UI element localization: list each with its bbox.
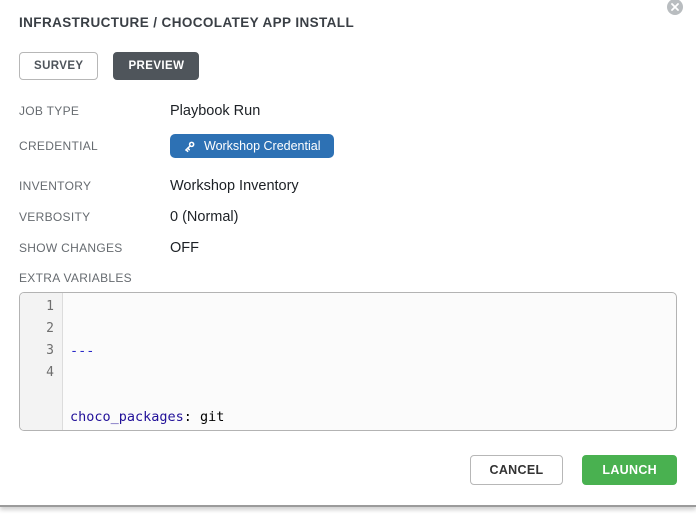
- inventory-value: Workshop Inventory: [170, 178, 299, 194]
- verbosity-value: 0 (Normal): [170, 209, 238, 225]
- close-button[interactable]: [667, 0, 683, 15]
- show-changes-label: SHOW CHANGES: [19, 241, 170, 255]
- detail-row-job-type: JOB TYPE Playbook Run: [19, 103, 677, 119]
- cancel-button[interactable]: CANCEL: [470, 455, 564, 485]
- yaml-doc-start: ---: [70, 343, 94, 359]
- code-line: ---: [70, 340, 676, 362]
- key-icon: [183, 140, 196, 153]
- credential-badge-label: Workshop Credential: [204, 139, 321, 153]
- extra-variables-editor[interactable]: 1 2 3 4 --- choco_packages: git app_stat…: [19, 292, 677, 431]
- job-type-value: Playbook Run: [170, 103, 260, 119]
- modal-footer: CANCEL LAUNCH: [19, 455, 677, 485]
- tab-preview[interactable]: PREVIEW: [113, 52, 199, 80]
- tab-survey[interactable]: SURVEY: [19, 52, 98, 80]
- credential-badge[interactable]: Workshop Credential: [170, 134, 334, 158]
- job-details: JOB TYPE Playbook Run CREDENTIAL Wor: [19, 103, 677, 256]
- launch-button[interactable]: LAUNCH: [582, 455, 677, 485]
- show-changes-value: OFF: [170, 240, 199, 256]
- verbosity-label: VERBOSITY: [19, 210, 170, 224]
- line-number: 4: [20, 362, 54, 384]
- close-icon: [671, 3, 679, 11]
- modal-header: INFRASTRUCTURE / CHOCOLATEY APP INSTALL: [19, 0, 677, 30]
- modal-title: INFRASTRUCTURE / CHOCOLATEY APP INSTALL: [19, 15, 677, 30]
- detail-row-inventory: INVENTORY Workshop Inventory: [19, 178, 677, 194]
- extra-variables-label: EXTRA VARIABLES: [19, 271, 677, 285]
- code-line: choco_packages: git: [70, 406, 676, 428]
- line-number: 2: [20, 318, 54, 340]
- job-type-label: JOB TYPE: [19, 104, 170, 118]
- yaml-value: : git: [184, 409, 225, 425]
- editor-code-area[interactable]: --- choco_packages: git app_state: prese…: [63, 293, 676, 430]
- line-number: 3: [20, 340, 54, 362]
- inventory-label: INVENTORY: [19, 179, 170, 193]
- credential-label: CREDENTIAL: [19, 139, 170, 153]
- launch-preview-modal: INFRASTRUCTURE / CHOCOLATEY APP INSTALL …: [0, 0, 696, 507]
- yaml-key: choco_packages: [70, 409, 184, 425]
- detail-row-show-changes: SHOW CHANGES OFF: [19, 240, 677, 256]
- editor-line-number-gutter: 1 2 3 4: [20, 293, 63, 430]
- tab-bar: SURVEY PREVIEW: [19, 52, 677, 80]
- detail-row-verbosity: VERBOSITY 0 (Normal): [19, 209, 677, 225]
- detail-row-credential: CREDENTIAL Workshop Credential: [19, 134, 677, 158]
- line-number: 1: [20, 296, 54, 318]
